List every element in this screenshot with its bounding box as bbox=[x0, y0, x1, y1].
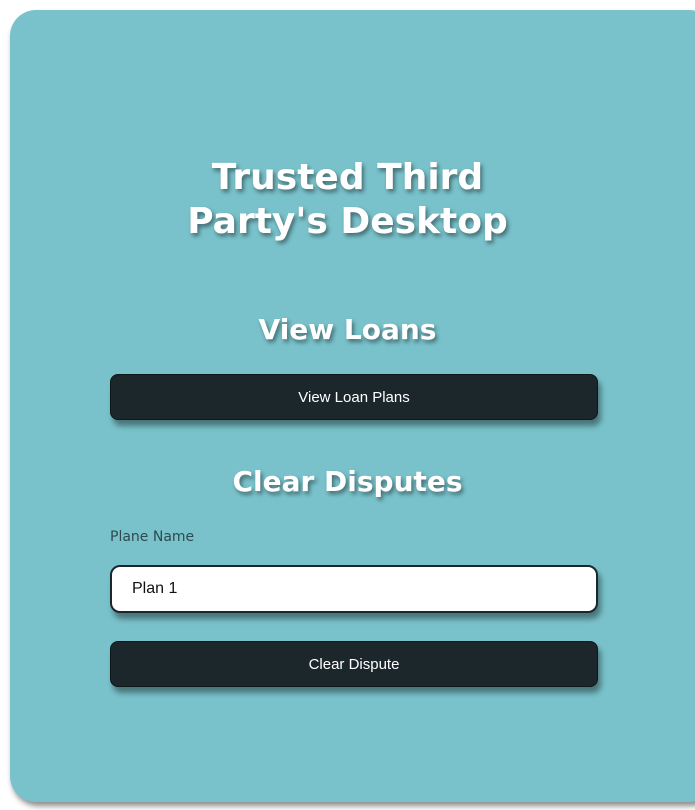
view-loans-heading: View Loans bbox=[258, 313, 437, 346]
clear-dispute-button[interactable]: Clear Dispute bbox=[110, 641, 598, 687]
page-title-line-1: Trusted Third bbox=[211, 157, 484, 198]
desktop-card: Trusted Third Party's Desktop View Loans… bbox=[10, 10, 695, 802]
view-loan-plans-button[interactable]: View Loan Plans bbox=[110, 374, 598, 420]
page-title: Trusted Third Party's Desktop bbox=[10, 156, 685, 244]
plane-name-label: Plane Name bbox=[110, 529, 195, 545]
clear-disputes-heading: Clear Disputes bbox=[232, 465, 463, 498]
plane-name-input[interactable] bbox=[110, 565, 598, 613]
page-title-line-2: Party's Desktop bbox=[187, 201, 508, 242]
